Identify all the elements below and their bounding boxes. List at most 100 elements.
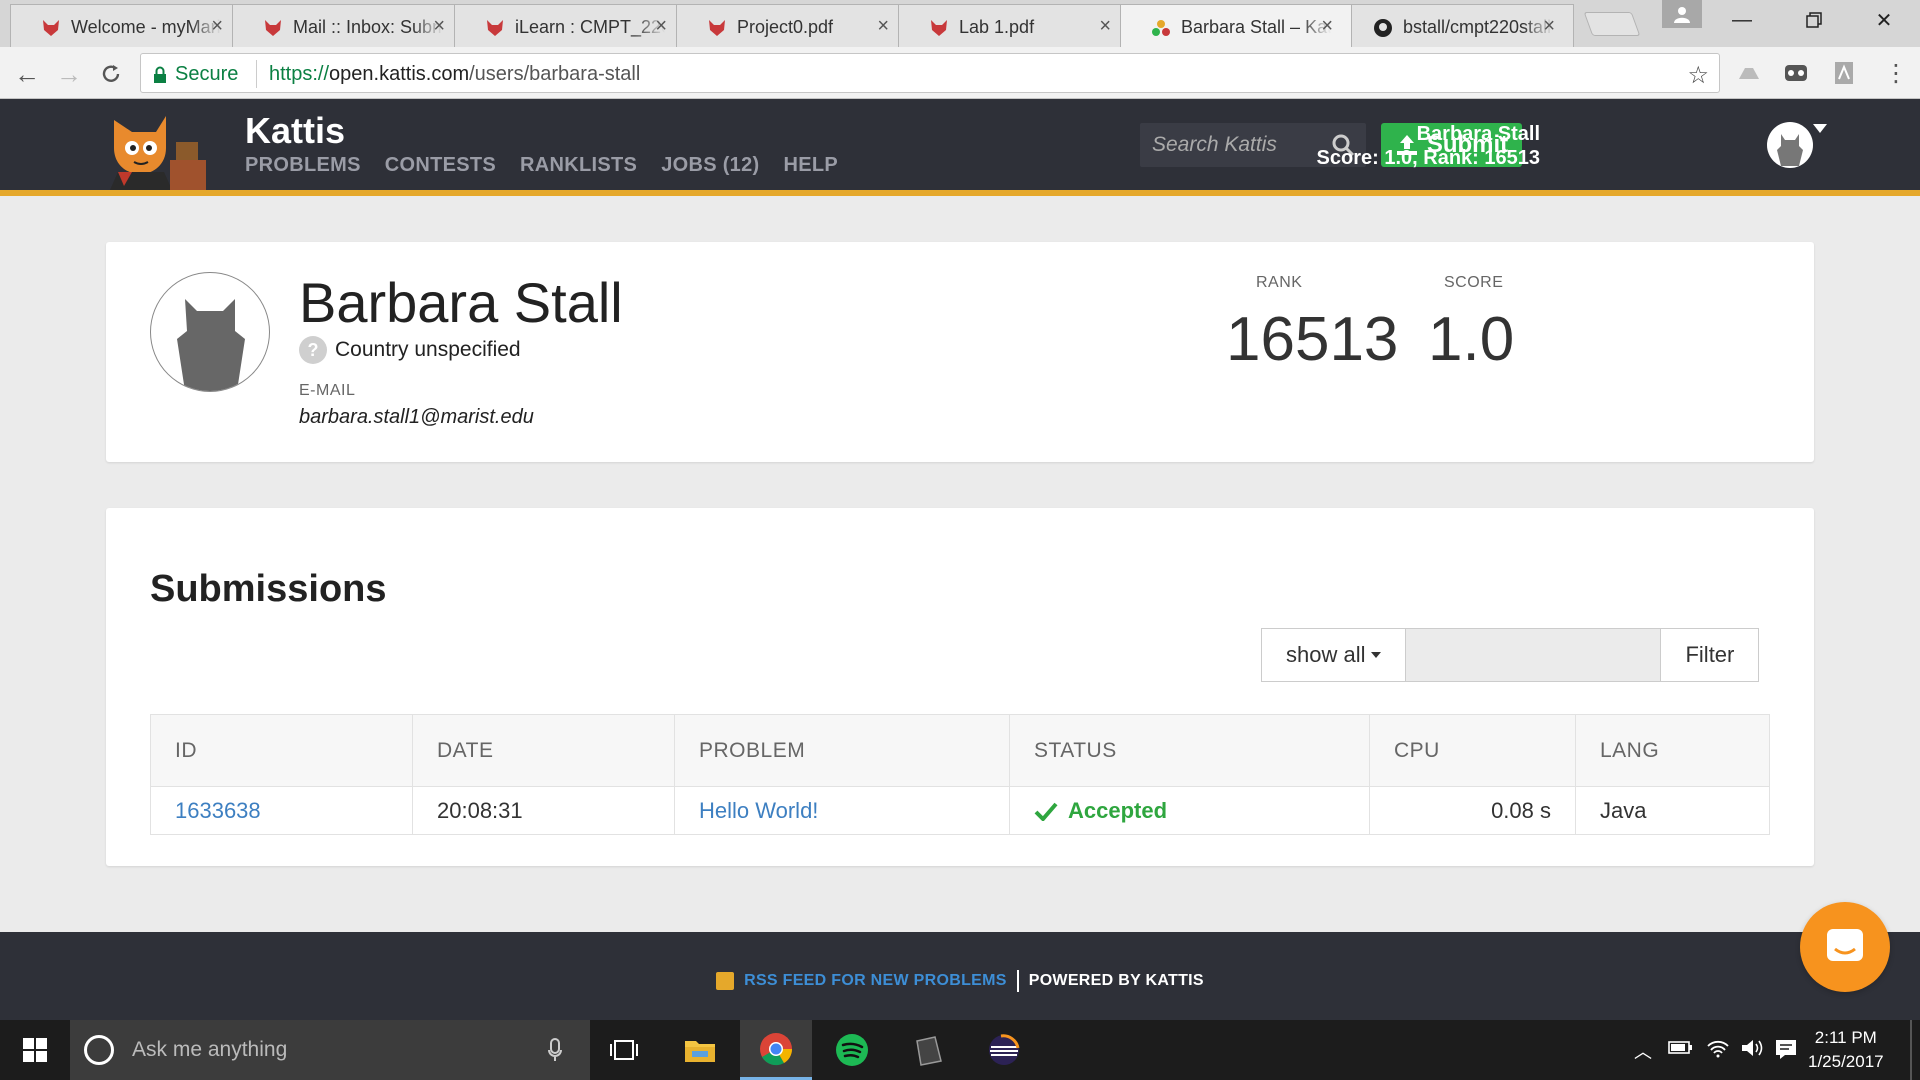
submissions-card: Submissions show all Filter ID DATE PROB… [106, 508, 1814, 866]
spotify-icon[interactable] [816, 1020, 888, 1080]
close-window-button[interactable]: ✕ [1852, 0, 1916, 40]
task-view-icon[interactable] [588, 1020, 660, 1080]
nav-help[interactable]: HELP [784, 154, 839, 177]
kattis-favicon-icon [1152, 20, 1170, 36]
nav-problems[interactable]: PROBLEMS [245, 154, 361, 177]
secure-indicator[interactable]: Secure [153, 63, 238, 86]
close-tab-icon[interactable]: × [1099, 15, 1111, 38]
submission-date: 20:08:31 [412, 786, 675, 835]
tab-title: Welcome - myMarist [71, 17, 221, 37]
volume-icon[interactable] [1740, 1038, 1764, 1058]
show-desktop-button[interactable] [1910, 1020, 1912, 1080]
nav-ranklists[interactable]: RANKLISTS [520, 154, 637, 177]
show-all-label: show all [1286, 642, 1366, 667]
chrome-taskbar-icon[interactable] [740, 1020, 812, 1080]
main-nav: PROBLEMS CONTESTS RANKLISTS JOBS (12) HE… [245, 154, 838, 177]
rank-label: RANK [1256, 274, 1303, 291]
pdf-extension-icon[interactable] [1830, 59, 1858, 87]
clock-time: 2:11 PM [1814, 1028, 1877, 1047]
microphone-icon[interactable] [548, 1038, 562, 1062]
bookmark-star-icon[interactable]: ☆ [1687, 61, 1709, 90]
nav-contests[interactable]: CONTESTS [385, 154, 496, 177]
lock-icon [154, 66, 166, 83]
col-problem: PROBLEM [674, 714, 1010, 787]
wifi-icon[interactable] [1706, 1038, 1730, 1058]
unknown-flag-icon: ? [299, 336, 327, 364]
kattis-brand[interactable]: Kattis [245, 110, 345, 152]
fox-favicon-icon [265, 20, 281, 36]
url-text[interactable]: https://open.kattis.com/users/barbara-st… [269, 63, 640, 86]
browser-tab-active[interactable]: Barbara Stall – Kattis × [1120, 4, 1352, 47]
status-badge: Accepted [1034, 798, 1345, 824]
close-tab-icon[interactable]: × [211, 15, 223, 38]
browser-tab[interactable]: bstall/cmpt220stall × [1342, 4, 1574, 47]
filter-input[interactable] [1406, 628, 1661, 682]
browser-tab[interactable]: Project0.pdf × [676, 4, 908, 47]
windows-taskbar: Ask me anything ︿ 2:11 PM 1/25/2017 [0, 1020, 1920, 1080]
clock-date: 1/25/2017 [1808, 1052, 1884, 1071]
user-avatar[interactable] [1767, 122, 1813, 168]
fox-favicon-icon [709, 20, 725, 36]
cortana-search[interactable]: Ask me anything [70, 1020, 590, 1080]
score-value: 1.0 [1428, 305, 1515, 374]
rank-value: 16513 [1226, 305, 1399, 374]
close-tab-icon[interactable]: × [1321, 15, 1333, 38]
system-clock[interactable]: 2:11 PM 1/25/2017 [1808, 1026, 1884, 1074]
email-label: E-MAIL [299, 382, 356, 399]
secure-label: Secure [175, 63, 239, 85]
cortana-placeholder: Ask me anything [132, 1038, 288, 1061]
back-arrow-icon[interactable]: ← [12, 59, 42, 89]
chat-launcher-button[interactable] [1800, 902, 1890, 992]
browser-profile-icon[interactable] [1662, 0, 1702, 28]
close-tab-icon[interactable]: × [433, 15, 445, 38]
footer-divider [1016, 970, 1019, 992]
show-all-dropdown[interactable]: show all [1261, 628, 1407, 682]
notes-app-icon[interactable] [892, 1020, 964, 1080]
close-tab-icon[interactable]: × [655, 15, 667, 38]
header-user-name: Barbara Stall [1416, 123, 1540, 145]
drive-extension-icon[interactable] [1735, 59, 1763, 87]
user-menu-caret-icon[interactable] [1813, 124, 1827, 133]
submission-id-link[interactable]: 1633638 [175, 798, 261, 823]
reload-icon[interactable] [96, 59, 126, 89]
restore-button[interactable] [1782, 0, 1846, 40]
address-bar[interactable]: Secure https://open.kattis.com/users/bar… [140, 53, 1720, 93]
user-summary[interactable]: Barbara Stall Score: 1.0, Rank: 16513 [1317, 122, 1540, 170]
col-status: STATUS [1009, 714, 1370, 787]
page-footer: RSS FEED FOR NEW PROBLEMS POWERED BY KAT… [0, 932, 1920, 1020]
new-tab-button[interactable] [1583, 12, 1641, 36]
browser-tab[interactable]: iLearn : CMPT_220 × [454, 4, 686, 47]
score-label: SCORE [1444, 274, 1504, 291]
browser-tab[interactable]: Welcome - myMarist × [10, 4, 242, 47]
problem-link[interactable]: Hello World! [699, 798, 818, 823]
search-input[interactable] [1140, 123, 1330, 167]
chat-bubble-icon [1827, 929, 1863, 961]
table-row: 1633638 20:08:31 Hello World! Accepted 0… [150, 786, 1770, 835]
nav-jobs[interactable]: JOBS (12) [661, 154, 759, 177]
minimize-button[interactable]: — [1710, 0, 1774, 40]
close-tab-icon[interactable]: × [1543, 15, 1555, 38]
github-favicon-icon [1374, 19, 1392, 37]
tab-title: Barbara Stall – Kattis [1181, 17, 1331, 37]
action-center-icon[interactable] [1774, 1038, 1798, 1060]
rss-feed-link[interactable]: RSS FEED FOR NEW PROBLEMS [744, 972, 1007, 990]
windows-logo-icon [23, 1038, 47, 1062]
battery-icon[interactable] [1668, 1038, 1694, 1056]
browser-toolbar: ← → Secure https://open.kattis.com/users… [0, 47, 1920, 99]
chrome-menu-icon[interactable]: ⋮ [1884, 59, 1908, 88]
file-explorer-icon[interactable] [664, 1020, 736, 1080]
filter-button[interactable]: Filter [1660, 628, 1760, 682]
extension-icon[interactable] [1782, 59, 1810, 87]
eclipse-icon[interactable] [968, 1020, 1040, 1080]
tab-title: Mail :: Inbox: Submission [293, 17, 443, 37]
profile-avatar [150, 272, 270, 392]
country-label: Country unspecified [335, 338, 521, 361]
tray-expand-icon[interactable]: ︿ [1634, 1038, 1652, 1064]
windows-start-button[interactable] [0, 1020, 70, 1080]
forward-arrow-icon[interactable]: → [54, 59, 84, 89]
browser-tab[interactable]: Lab 1.pdf × [898, 4, 1130, 47]
close-tab-icon[interactable]: × [877, 15, 889, 38]
kattis-cat-logo[interactable] [104, 108, 228, 190]
profile-card: Barbara Stall ? Country unspecified E-MA… [106, 242, 1814, 462]
browser-tab[interactable]: Mail :: Inbox: Submission × [232, 4, 464, 47]
